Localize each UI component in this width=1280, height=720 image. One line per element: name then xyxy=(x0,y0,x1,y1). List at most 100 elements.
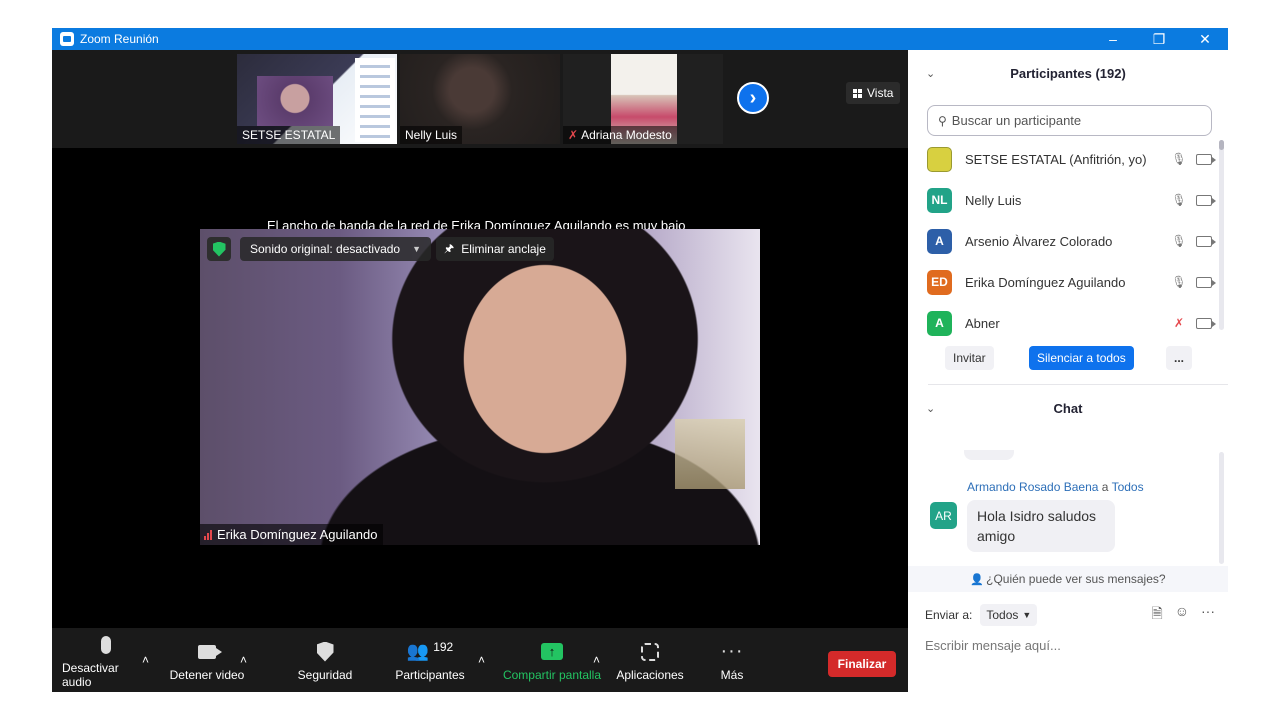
participant-row[interactable]: SETSE ESTATAL (Anfitrión, yo) 🎙 xyxy=(927,144,1216,174)
file-icon[interactable]: 🗎 xyxy=(1151,603,1162,627)
audio-options-chevron-up-icon[interactable]: ˄ xyxy=(142,628,149,692)
emoji-icon[interactable]: ☺ xyxy=(1175,603,1189,627)
participants-scrollbar[interactable] xyxy=(1219,140,1224,330)
participant-row[interactable]: ED Erika Domínguez Aguilando 🎙 xyxy=(927,267,1216,297)
unpin-button[interactable]: 🖈 Eliminar anclaje xyxy=(436,237,554,261)
chat-to-word: a xyxy=(1101,480,1109,494)
main-video[interactable]: Sonido original: desactivado ▼ 🖈 Elimina… xyxy=(200,229,760,545)
participant-row[interactable]: A Arsenio Àlvarez Colorado 🎙 xyxy=(927,226,1216,256)
send-to-row: Enviar a: Todos ▼ 🗎 ☺ ··· xyxy=(925,603,1215,627)
participant-row[interactable]: NL Nelly Luis 🎙 xyxy=(927,185,1216,215)
chevron-down-icon[interactable]: ▼ xyxy=(412,244,421,254)
more-button[interactable]: ··· Más xyxy=(712,628,752,692)
end-meeting-button[interactable]: Finalizar xyxy=(828,651,896,677)
who-can-see-label: ¿Quién puede ver sus mensajes? xyxy=(986,572,1166,586)
chat-scrollbar[interactable] xyxy=(1219,452,1224,564)
microphone-icon[interactable]: 🎙 xyxy=(1171,275,1187,289)
microphone-icon[interactable]: 🎙 xyxy=(1171,152,1187,166)
thumbnail-name: Nelly Luis xyxy=(400,126,463,144)
share-screen-label: Compartir pantalla xyxy=(502,667,602,682)
thumbnail-video[interactable]: ✗ Adriana Modesto xyxy=(563,54,723,144)
mute-button[interactable]: Desactivar audio xyxy=(62,628,150,692)
apps-button[interactable]: Aplicaciones xyxy=(614,628,686,692)
participants-title: Participantes (192) xyxy=(1010,65,1126,81)
send-to-dropdown[interactable]: Todos ▼ xyxy=(980,604,1038,626)
thumbnail-video[interactable]: SETSE ESTATAL xyxy=(237,54,397,144)
participant-name: Arsenio Àlvarez Colorado xyxy=(965,233,1113,249)
restore-icon[interactable]: ❐ xyxy=(1136,28,1182,50)
chevron-right-icon: › xyxy=(749,86,757,109)
mute-all-button[interactable]: Silenciar a todos xyxy=(1029,346,1134,370)
chat-title: Chat xyxy=(1053,400,1083,416)
microphone-icon[interactable]: 🎙 xyxy=(1171,234,1187,248)
window-title: Zoom Reunión xyxy=(80,32,159,46)
zoom-app-icon xyxy=(60,32,74,46)
share-options-chevron-up-icon[interactable]: ˄ xyxy=(593,628,600,692)
chat-tools: 🗎 ☺ ··· xyxy=(1151,603,1215,627)
chat-recipient[interactable]: Todos xyxy=(1112,480,1144,494)
zoom-window: Zoom Reunión – ❐ ✕ SETSE ESTATAL Nelly L… xyxy=(52,28,1228,692)
close-icon[interactable]: ✕ xyxy=(1182,28,1228,50)
microphone-icon xyxy=(101,632,111,658)
participant-name: Erika Domínguez Aguilando xyxy=(965,274,1126,290)
avatar: A xyxy=(927,310,952,336)
chevron-down-icon[interactable]: ⌄ xyxy=(926,402,935,415)
original-sound-label: Sonido original: desactivado xyxy=(250,242,401,256)
main-video-name: Erika Domínguez Aguilando xyxy=(200,524,384,545)
pin-icon: 🖈 xyxy=(444,242,455,255)
participant-row[interactable]: A Abner ✗ xyxy=(927,308,1216,338)
unpin-label: Eliminar anclaje xyxy=(461,242,546,256)
chat-sender-name[interactable]: Armando Rosado Baena xyxy=(967,480,1098,494)
participants-more-button[interactable]: ... xyxy=(1166,346,1193,370)
video-camera-icon[interactable] xyxy=(1196,153,1216,165)
signal-strength-icon xyxy=(204,529,212,540)
chat-message-input[interactable] xyxy=(925,635,1215,655)
video-camera-icon[interactable] xyxy=(1196,235,1216,247)
side-panel: ⌄ Participantes (192) ⚲ Buscar un partic… xyxy=(908,50,1228,692)
stop-video-button[interactable]: Detener video xyxy=(168,628,246,692)
send-to-value: Todos xyxy=(986,608,1019,622)
participant-name: Abner xyxy=(965,315,1000,331)
invite-button[interactable]: Invitar xyxy=(945,346,994,370)
mic-muted-icon: ✗ xyxy=(568,128,579,142)
video-camera-icon[interactable] xyxy=(1196,276,1216,288)
people-lock-icon: 👤 xyxy=(970,573,985,586)
apps-icon xyxy=(641,639,659,665)
speaker-name: Erika Domínguez Aguilando xyxy=(217,527,378,542)
thumbnail-name-label: ✗ Adriana Modesto xyxy=(563,126,677,144)
participants-options-chevron-up-icon[interactable]: ˄ xyxy=(478,628,485,692)
original-sound-toggle[interactable]: Sonido original: desactivado ▼ xyxy=(240,237,432,261)
chevron-down-icon: ▼ xyxy=(1022,610,1032,620)
participant-name: Nelly Luis xyxy=(965,192,1022,208)
people-icon: 👥 xyxy=(406,641,430,661)
avatar: AR xyxy=(930,502,957,529)
share-screen-icon: ↑ xyxy=(541,639,563,665)
more-dots-icon[interactable]: ··· xyxy=(1201,603,1215,627)
search-icon: ⚲ xyxy=(938,113,947,128)
video-camera-icon[interactable] xyxy=(1196,317,1216,329)
view-button[interactable]: Vista xyxy=(846,82,901,104)
video-options-chevron-up-icon[interactable]: ˄ xyxy=(240,628,247,692)
security-label: Seguridad xyxy=(297,667,353,682)
share-screen-button[interactable]: ↑ Compartir pantalla xyxy=(500,628,604,692)
security-button[interactable]: Seguridad xyxy=(292,628,358,692)
minimize-icon[interactable]: – xyxy=(1090,28,1136,50)
participants-label: Participantes xyxy=(395,667,465,682)
participant-search-box[interactable]: ⚲ Buscar un participante xyxy=(927,105,1212,136)
chat-sender-line: Armando Rosado Baena a Todos xyxy=(967,480,1144,494)
video-camera-icon[interactable] xyxy=(1196,194,1216,206)
thumbnail-video[interactable]: Nelly Luis xyxy=(400,54,560,144)
encryption-shield-icon[interactable] xyxy=(207,237,231,261)
chat-message: Hola Isidro saludos amigo xyxy=(967,500,1115,552)
participants-button[interactable]: 👥 192 Participantes xyxy=(392,628,468,692)
more-dots-icon: ··· xyxy=(720,640,744,662)
mic-muted-icon[interactable]: ✗ xyxy=(1171,316,1187,330)
chevron-down-icon[interactable]: ⌄ xyxy=(926,67,935,80)
thumbnail-name: Adriana Modesto xyxy=(581,128,672,142)
microphone-icon[interactable]: 🎙 xyxy=(1171,193,1187,207)
who-can-see-link[interactable]: 👤 ¿Quién puede ver sus mensajes? xyxy=(908,566,1228,592)
stop-video-label: Detener video xyxy=(169,667,245,682)
mute-label: Desactivar audio xyxy=(62,660,119,689)
next-page-button[interactable]: › xyxy=(737,82,769,114)
background-object xyxy=(675,419,745,489)
